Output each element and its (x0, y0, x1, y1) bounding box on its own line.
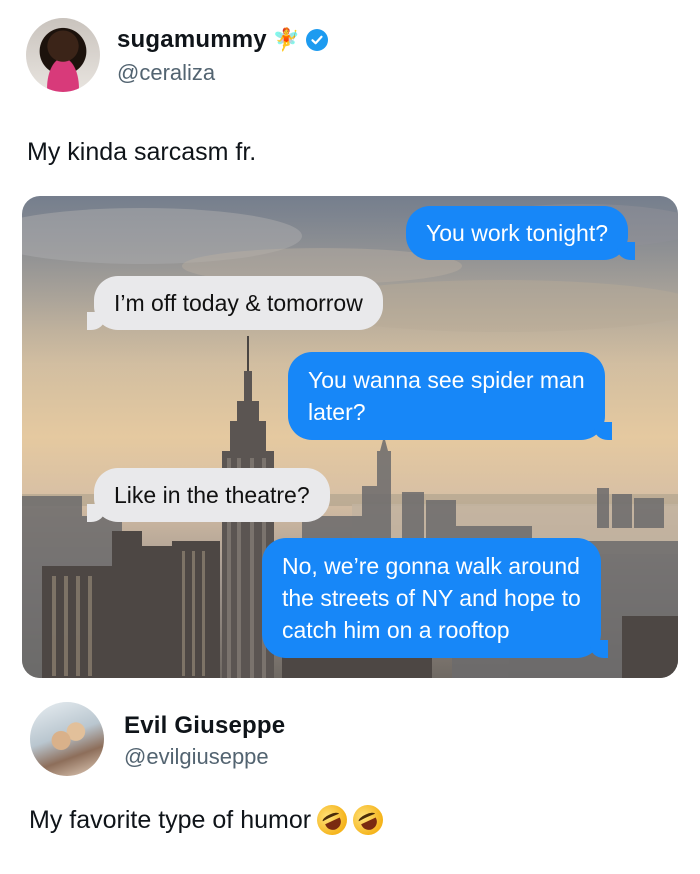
message-text: You work tonight? (426, 220, 609, 246)
tweet-text: My kinda sarcasm fr. (27, 138, 257, 166)
fairy-emoji-icon: 🧚 (272, 27, 301, 52)
message-text-line: the streets of NY and hope to (282, 585, 581, 611)
tweet-text: My favorite type of humor (29, 800, 388, 840)
message-bubble-sent: No, we’re gonna walk around the streets … (262, 538, 608, 658)
message-text-line: later? (308, 399, 366, 425)
message-text-line: You wanna see spider man (308, 367, 585, 393)
message-bubble-sent: You wanna see spider man later? (288, 352, 612, 440)
avatar-sugamummy[interactable] (26, 18, 100, 92)
author-name[interactable]: Evil Giuseppe (124, 712, 285, 740)
rolling-on-floor-laughing-icon (348, 800, 388, 840)
avatar-evilgiuseppe[interactable] (30, 702, 104, 776)
checkmark-icon (311, 35, 324, 45)
display-name[interactable]: sugamummy (117, 26, 267, 54)
author-handle[interactable]: @evilgiuseppe (124, 744, 269, 770)
message-text-line: No, we’re gonna walk around (282, 553, 580, 579)
tweet-image[interactable]: You work tonight? I’m off today & tomorr… (22, 196, 678, 678)
verified-badge-icon (306, 29, 329, 51)
tweet-text-content: My favorite type of humor (29, 805, 312, 834)
message-bubble-received: I’m off today & tomorrow (87, 276, 383, 330)
rolling-on-floor-laughing-icon (312, 800, 352, 840)
tweet-post-sugamummy: sugamummy 🧚 @ceraliza My kinda sarcasm f… (0, 0, 700, 690)
display-name[interactable]: Evil Giuseppe (124, 712, 285, 740)
author-name[interactable]: sugamummy 🧚 (117, 26, 329, 54)
message-text: Like in the theatre? (114, 482, 310, 508)
author-handle[interactable]: @ceraliza (117, 60, 215, 86)
message-bubble-received: Like in the theatre? (87, 468, 330, 522)
message-text: I’m off today & tomorrow (114, 290, 363, 316)
message-bubble-sent: You work tonight? (406, 206, 636, 260)
message-text-line: catch him on a rooftop (282, 617, 510, 643)
tweet-post-evilgiuseppe: Evil Giuseppe @evilgiuseppe My favorite … (0, 690, 700, 874)
